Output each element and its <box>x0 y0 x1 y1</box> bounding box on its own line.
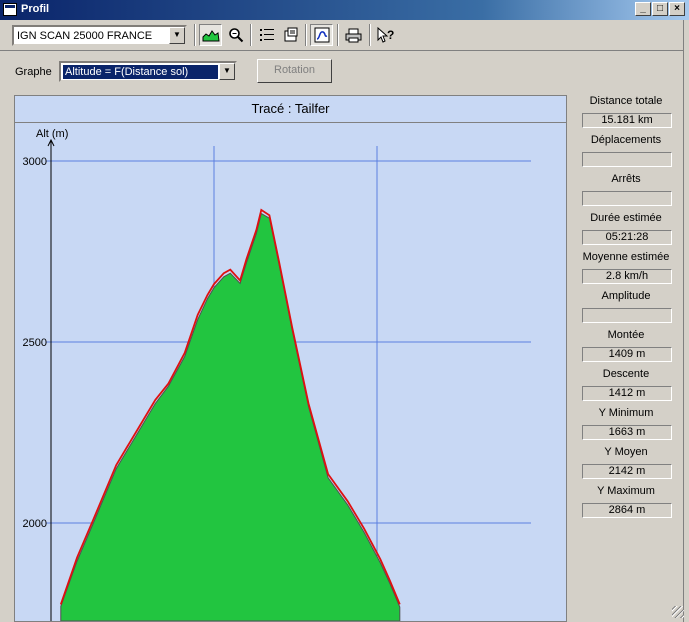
help-icon: ? <box>377 27 394 43</box>
stat-label: Y Maximum <box>597 485 655 497</box>
chart-panel: Tracé : Tailfer 3000 2500 2000 Alt (m) <box>14 95 567 622</box>
chevron-down-icon[interactable]: ▼ <box>219 63 235 80</box>
stat-label: Distance totale <box>589 95 663 107</box>
stat-label: Y Minimum <box>598 407 654 419</box>
title-bar: Profil _ □ × <box>0 0 689 20</box>
y-tick-label: 2000 <box>23 518 47 530</box>
stat-label: Montée <box>607 329 645 341</box>
graph-type-value: Altitude = F(Distance sol) <box>63 65 218 79</box>
stat-value: 05:21:28 <box>582 230 672 245</box>
app-window-icon <box>3 3 17 16</box>
graph-label: Graphe <box>15 66 52 78</box>
y-tick-label: 3000 <box>23 156 47 168</box>
stat-label: Descente <box>602 368 650 380</box>
list-icon <box>259 29 274 41</box>
toolbar-separator <box>305 24 307 46</box>
stat-value: 15.181 km <box>582 113 672 128</box>
minimize-button[interactable]: _ <box>635 2 651 16</box>
toolbar-separator <box>194 24 196 46</box>
stat-value: 2.8 km/h <box>582 269 672 284</box>
stat-value: 1663 m <box>582 425 672 440</box>
zoom-icon <box>228 28 243 43</box>
toolbar-separator <box>250 24 252 46</box>
properties-icon <box>284 27 297 42</box>
window-title: Profil <box>21 3 50 15</box>
map-layer-select[interactable]: IGN SCAN 25000 FRANCE ▼ <box>12 25 187 46</box>
y-tick-label: 2500 <box>23 337 47 349</box>
close-button[interactable]: × <box>669 2 685 16</box>
resize-grip-icon[interactable] <box>672 606 684 618</box>
track-icon <box>314 27 329 43</box>
window-right-border <box>683 20 689 622</box>
elevation-chart[interactable]: 3000 2500 2000 Alt (m) <box>15 124 566 621</box>
list-button[interactable] <box>255 24 278 46</box>
chart-title: Tracé : Tailfer <box>15 96 566 123</box>
graph-type-select[interactable]: Altitude = F(Distance sol) ▼ <box>59 61 237 82</box>
svg-text:?: ? <box>387 28 394 42</box>
stat-label: Déplacements <box>590 134 662 146</box>
stat-value <box>582 308 672 323</box>
maximize-button[interactable]: □ <box>652 2 668 16</box>
map-layer-value: IGN SCAN 25000 FRANCE <box>17 30 153 42</box>
stat-label: Arrêts <box>611 173 641 185</box>
stat-value <box>582 191 672 206</box>
print-button[interactable] <box>342 24 365 46</box>
rotation-button[interactable]: Rotation <box>257 59 332 83</box>
profile-view-button[interactable] <box>199 24 222 46</box>
y-axis-label: Alt (m) <box>36 128 68 140</box>
stat-label: Y Moyen <box>604 446 648 458</box>
track-button[interactable] <box>310 24 333 46</box>
stat-value: 2142 m <box>582 464 672 479</box>
stat-label: Durée estimée <box>590 212 662 224</box>
elevation-area <box>60 212 401 621</box>
stat-value: 1409 m <box>582 347 672 362</box>
profile-icon <box>202 30 220 42</box>
stat-label: Amplitude <box>601 290 651 302</box>
properties-button[interactable] <box>279 24 302 46</box>
help-button[interactable]: ? <box>374 24 397 46</box>
stat-value <box>582 152 672 167</box>
toolbar: IGN SCAN 25000 FRANCE ▼ ? <box>0 20 689 51</box>
zoom-button[interactable] <box>224 24 247 46</box>
chevron-down-icon[interactable]: ▼ <box>169 27 185 44</box>
print-icon <box>345 28 362 42</box>
stat-value: 2864 m <box>582 503 672 518</box>
stat-value: 1412 m <box>582 386 672 401</box>
toolbar-separator <box>337 24 339 46</box>
stat-label: Moyenne estimée <box>582 251 670 263</box>
toolbar-separator <box>369 24 371 46</box>
